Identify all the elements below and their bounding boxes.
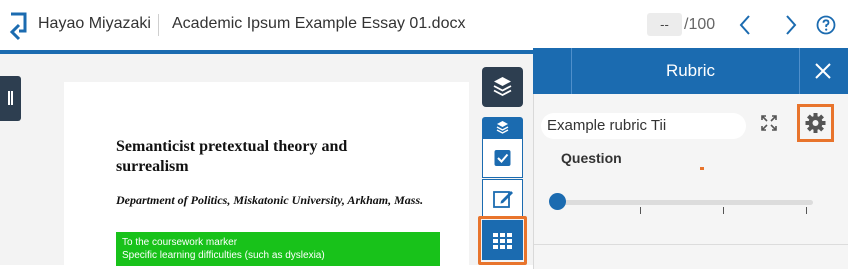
top-bar: Hayao Miyazaki Academic Ipsum Example Es…: [0, 0, 848, 50]
rubric-panel-header: Rubric: [533, 48, 848, 94]
coursework-note: To the coursework marker Specific learni…: [116, 232, 440, 266]
layers-icon: [493, 77, 512, 97]
sidebar-toggle-handle[interactable]: [0, 76, 21, 121]
grading-checkbox-button[interactable]: [482, 138, 523, 178]
question-label: Question: [561, 150, 622, 166]
rubric-name-field[interactable]: Example rubric Tii: [541, 113, 746, 139]
expand-icon[interactable]: [759, 113, 779, 133]
layers-button[interactable]: [482, 67, 523, 107]
turnitin-logo-icon: [9, 12, 27, 41]
document-title: Academic Ipsum Example Essay 01.docx: [172, 15, 466, 32]
slider-tick: [640, 207, 641, 214]
grip-icon: [8, 91, 13, 105]
rubric-settings-button[interactable]: [797, 104, 834, 142]
note-line-2: Specific learning difficulties (such as …: [122, 250, 325, 261]
header-divider: [158, 14, 159, 36]
score-input[interactable]: --: [647, 13, 682, 36]
score-total: /100: [684, 16, 716, 33]
close-icon[interactable]: [812, 60, 834, 82]
layers-small-icon: [496, 121, 509, 134]
tool-group-header[interactable]: [482, 117, 523, 138]
score-slider-track[interactable]: [553, 200, 813, 205]
chevron-left-icon[interactable]: [735, 12, 755, 38]
checkbox-icon: [494, 150, 511, 166]
panel-divider: [534, 244, 848, 245]
slider-tick: [806, 207, 807, 214]
score-slider-thumb[interactable]: [549, 193, 566, 210]
note-line-1: To the coursework marker: [122, 237, 238, 248]
gear-icon: [805, 113, 826, 133]
indicator-dot: [700, 167, 704, 170]
help-circle-icon[interactable]: [816, 15, 836, 35]
chevron-right-icon[interactable]: [781, 12, 801, 38]
paper-title: Semanticist pretextual theory and surrea…: [116, 138, 348, 175]
author-name: Hayao Miyazaki: [38, 15, 151, 32]
panel-title: Rubric: [665, 61, 716, 80]
slider-tick: [723, 207, 724, 214]
rubric-button-highlight: [478, 216, 527, 265]
comment-edit-button[interactable]: [482, 179, 523, 219]
paper-department: Department of Politics, Miskatonic Unive…: [116, 193, 424, 207]
edit-icon: [493, 191, 513, 208]
